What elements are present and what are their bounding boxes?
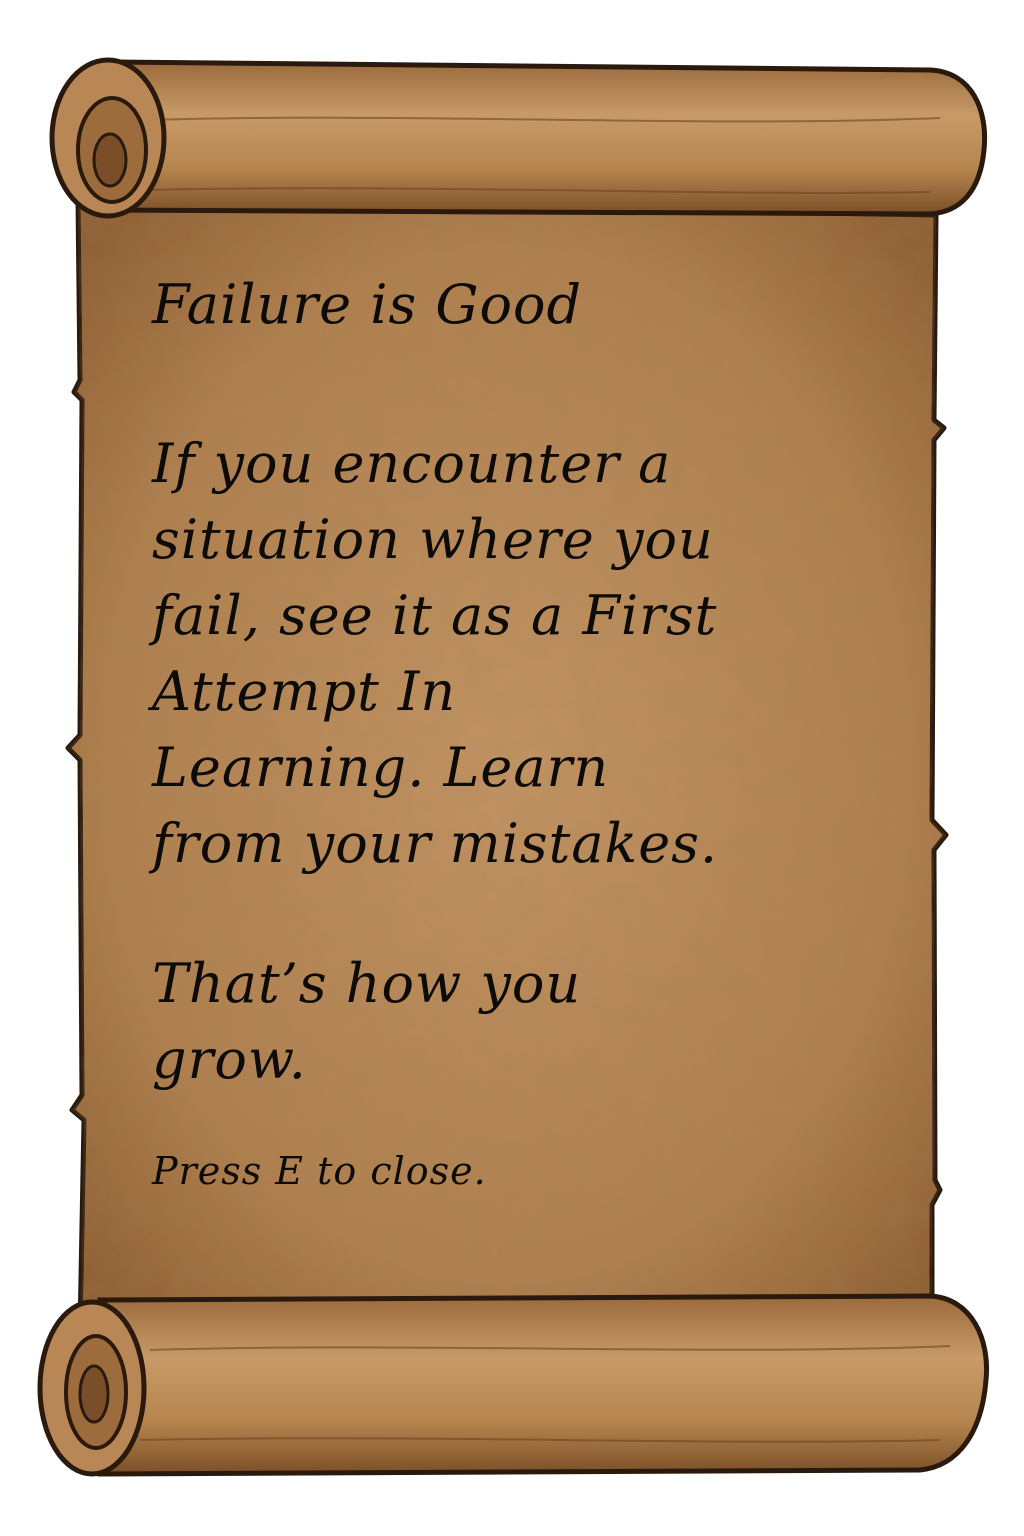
body-line: fail, see it as a First [152,584,718,647]
scroll-text: Failure is Good If you encounter a situa… [152,270,892,1196]
scroll-title: Failure is Good [152,273,583,336]
body-line: Learning. Learn [152,736,610,799]
scroll-popup: Failure is Good If you encounter a situa… [0,0,1024,1536]
top-roll [49,57,988,219]
body-line: If you encounter a [152,432,672,495]
body-line: Attempt In [152,660,457,723]
bottom-roll [37,1293,990,1477]
scroll-closing: That’s how you grow. [152,946,892,1098]
scroll-body: If you encounter a situation where you f… [152,426,892,882]
body-line: situation where you [152,508,714,571]
body-line: from your mistakes. [152,812,719,875]
closing-line: That’s how you [152,952,582,1015]
closing-line: grow. [152,1028,307,1091]
close-hint: Press E to close. [152,1149,487,1193]
